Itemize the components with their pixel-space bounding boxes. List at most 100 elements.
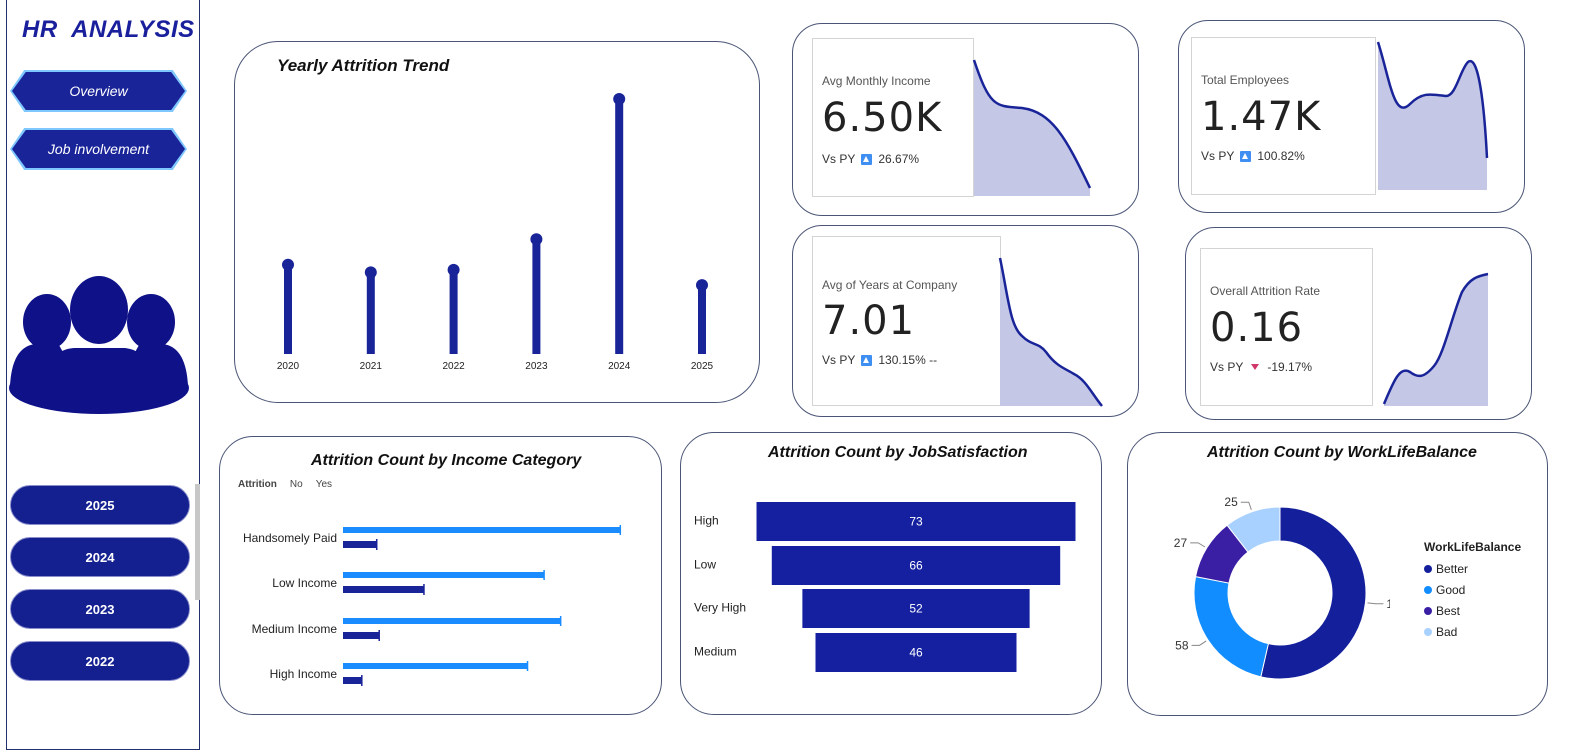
sidebar-scrollbar[interactable]	[195, 484, 200, 600]
trend-stem	[284, 264, 292, 354]
year-2025-button[interactable]: 2025	[10, 485, 190, 525]
income-bar-cap	[361, 675, 363, 686]
donut-leader-line	[1240, 501, 1252, 510]
year-2022-button[interactable]: 2022	[10, 641, 190, 681]
trend-stem	[449, 269, 458, 354]
kpi-attrition-label: Overall Attrition Rate	[1210, 284, 1321, 298]
brand-title: HR ANALYSIS	[22, 16, 195, 43]
kpi-income-label: Avg Monthly Income	[822, 74, 931, 88]
income-bar-yes	[343, 632, 380, 639]
kpi-employees-vs-label: Vs PY	[1201, 149, 1235, 163]
trend-tick-label: 2022	[442, 361, 465, 372]
legend-dot-icon	[1424, 585, 1432, 594]
income-bar-no	[343, 572, 545, 578]
income-bar-yes	[343, 541, 377, 548]
kpi-income-delta: 26.67%	[878, 152, 920, 166]
worklife-donut-chart: 127 58 27 25	[1174, 495, 1390, 680]
nav-overview-button[interactable]: Overview	[12, 72, 185, 110]
donut-value-label: 27	[1174, 536, 1188, 550]
income-bar-no	[343, 527, 621, 533]
income-bar-cap	[619, 525, 622, 535]
trend-tick-label: 2023	[525, 361, 548, 372]
trend-stem	[698, 285, 706, 354]
donut-value-label: 58	[1175, 638, 1189, 652]
trend-point	[613, 93, 626, 105]
donut-slice-good	[1193, 575, 1269, 678]
kpi-employees-sparkline	[1376, 41, 1489, 190]
kpi-years-label: Avg of Years at Company	[822, 278, 958, 292]
funnel-value-label: 73	[909, 515, 923, 529]
kpi-income-sparkline	[972, 59, 1092, 196]
arrow-up-icon	[861, 354, 873, 366]
worklife-legend-item: Better	[1424, 558, 1521, 579]
funnel-value-label: 46	[909, 646, 923, 660]
legend-dot-icon	[1424, 627, 1432, 636]
funnel-value-label: 52	[909, 602, 923, 616]
worklife-title: Attrition Count by WorkLifeBalance	[1207, 444, 1477, 461]
worklife-legend-label: Bad	[1436, 624, 1458, 639]
income-legend-yes: Yes	[315, 479, 333, 490]
funnel-category-label: Medium	[694, 645, 737, 659]
income-bar-no	[343, 663, 528, 669]
income-category-title: Attrition Count by Income Category	[311, 452, 582, 469]
kpi-attrition-delta: -19.17%	[1267, 360, 1313, 374]
worklife-legend-item: Good	[1424, 579, 1521, 600]
trend-stem	[532, 239, 541, 354]
kpi-employees-vs: Vs PY 100.82%	[1201, 149, 1305, 163]
income-category-label: Handsomely Paid	[243, 531, 337, 545]
year-2024-button[interactable]: 2024	[10, 537, 190, 577]
kpi-years-delta: 130.15% --	[878, 353, 938, 367]
nav-job-involvement-button[interactable]: Job involvement	[12, 130, 185, 168]
donut-leader-line	[1191, 640, 1207, 646]
trend-stem	[366, 272, 375, 354]
worklife-legend-item: Bad	[1424, 621, 1521, 642]
trend-tick-label: 2024	[608, 361, 631, 372]
kpi-employees-label: Total Employees	[1201, 73, 1290, 87]
kpi-years-vs-label: Vs PY	[822, 353, 856, 367]
trend-point	[530, 233, 543, 246]
kpi-years-vs: Vs PY 130.15% --	[822, 353, 937, 367]
donut-value-label: 127	[1386, 597, 1390, 611]
income-bar-cap	[378, 630, 380, 641]
worklife-legend-label: Best	[1436, 603, 1461, 618]
kpi-years-value: 7.01	[822, 298, 916, 344]
income-legend-no: No	[289, 479, 303, 490]
trend-tick-label: 2021	[360, 361, 383, 372]
kpi-attrition-box: Overall Attrition Rate 0.16 Vs PY -19.17…	[1200, 248, 1373, 406]
income-category-chart: Handsomely Paid Low Income Medium Income Hi…	[243, 525, 622, 686]
kpi-income-vs-label: Vs PY	[822, 152, 856, 166]
legend-dot-icon	[1424, 564, 1432, 573]
legend-dot-icon	[1424, 606, 1432, 615]
kpi-employees-box: Total Employees 1.47K Vs PY 100.82%	[1191, 37, 1376, 195]
income-legend: Attrition No Yes	[238, 479, 332, 490]
worklife-legend-label: Better	[1436, 561, 1469, 576]
kpi-income-box: Avg Monthly Income 6.50K Vs PY 26.67%	[812, 38, 974, 197]
income-legend-title: Attrition	[238, 479, 277, 490]
income-bar-yes	[343, 677, 363, 684]
donut-leader-line	[1190, 542, 1206, 548]
funnel-category-label: Very High	[694, 601, 746, 615]
trend-point	[282, 258, 294, 271]
trend-point	[364, 266, 377, 279]
kpi-income-vs: Vs PY 26.67%	[822, 152, 919, 166]
yearly-trend-title: Yearly Attrition Trend	[277, 56, 450, 75]
year-2023-button[interactable]: 2023	[10, 589, 190, 629]
arrow-up-icon	[861, 153, 873, 165]
kpi-employees-value: 1.47K	[1201, 94, 1322, 140]
income-category-label: Medium Income	[252, 622, 338, 636]
income-category-label: Low Income	[272, 576, 337, 590]
job-satisfaction-title: Attrition Count by JobSatisfaction	[768, 444, 1028, 461]
people-group-icon	[9, 276, 189, 414]
trend-tick-label: 2025	[691, 361, 714, 372]
funnel-category-label: Low	[694, 558, 716, 572]
income-bar-cap	[423, 584, 425, 595]
kpi-attrition-sparkline	[1382, 272, 1489, 406]
arrow-down-icon	[1251, 364, 1260, 370]
income-bar-yes	[343, 586, 425, 593]
income-bar-no	[343, 618, 561, 624]
funnel-category-label: High	[694, 514, 719, 528]
kpi-years-box: Avg of Years at Company 7.01 Vs PY 130.1…	[812, 236, 1001, 406]
income-bar-cap	[526, 661, 529, 671]
kpi-years-sparkline	[998, 257, 1103, 407]
job-satisfaction-chart: 73 High 66 Low 52 Very High 46 Medium	[694, 502, 1076, 672]
